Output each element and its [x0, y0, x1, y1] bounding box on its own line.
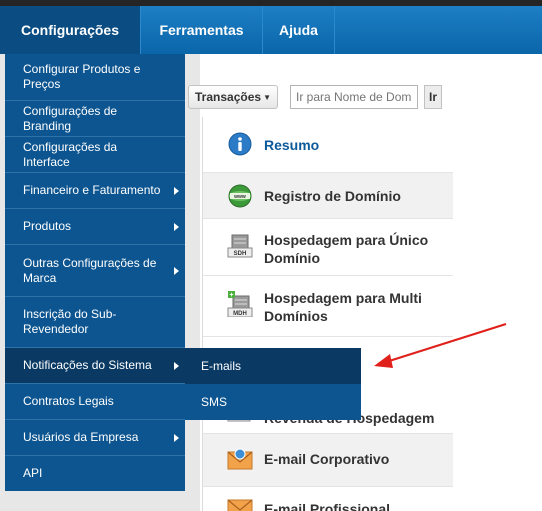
menu-item-legal-agreements[interactable]: Contratos Legais — [5, 384, 185, 420]
domain-search-input[interactable] — [290, 85, 418, 109]
menu-item-configure-products-pricing[interactable]: Configurar Produtos e Preços — [5, 54, 185, 101]
menu-item-interface-settings[interactable]: Configurações da Interface — [5, 137, 185, 173]
caret-down-icon: ▼ — [263, 92, 271, 102]
menu-item-label: Configurações da Interface — [23, 139, 118, 169]
chevron-right-icon — [174, 186, 179, 195]
system-notifications-submenu: E-mails SMS — [185, 348, 361, 420]
svg-text:MDH: MDH — [233, 311, 247, 317]
business-email-icon — [227, 448, 253, 470]
product-label: Hospedagem para Único Domínio — [264, 232, 429, 266]
products-panel: Resumo www Registro de Domínio SDH Hospe… — [202, 117, 453, 511]
professional-email-icon — [227, 499, 253, 511]
menu-item-label: Produtos — [23, 219, 72, 233]
product-label: Registro de Domínio — [264, 188, 401, 204]
product-label: E-mail Corporativo — [264, 451, 390, 467]
svg-text:+: + — [229, 292, 233, 299]
sdh-server-icon: SDH — [227, 234, 253, 258]
svg-text:www: www — [233, 194, 246, 200]
info-icon — [228, 132, 252, 156]
chevron-right-icon — [174, 361, 179, 370]
product-label: E-mail Profissional — [264, 501, 391, 511]
menu-item-products[interactable]: Produtos — [5, 209, 185, 245]
menu-item-system-notifications[interactable]: Notificações do Sistema — [5, 348, 185, 384]
chevron-right-icon — [174, 266, 179, 275]
top-navigation: Configurações Ferramentas Ajuda — [0, 6, 542, 54]
configuracoes-dropdown-menu: Configurar Produtos e Preços Configuraçõ… — [5, 54, 185, 491]
annotation-arrow-icon — [374, 322, 507, 368]
menu-item-label: Configurações de Branding — [23, 103, 118, 133]
go-button[interactable]: Ir — [424, 85, 442, 109]
menu-item-other-brand-settings[interactable]: Outras Configurações de Marca — [5, 245, 185, 297]
menu-item-branding-settings[interactable]: Configurações de Branding — [5, 101, 185, 137]
product-row-single-domain-hosting[interactable]: SDH Hospedagem para Único Domínio — [203, 219, 453, 276]
menu-item-sub-reseller-signup[interactable]: Inscrição do Sub-Revendedor — [5, 297, 185, 348]
menu-item-label: Configurar Produtos e Preços — [23, 62, 141, 91]
menu-item-label: Contratos Legais — [23, 394, 114, 408]
product-row-business-email[interactable]: E-mail Corporativo — [203, 434, 453, 487]
submenu-item-emails[interactable]: E-mails — [185, 348, 361, 384]
nav-configuracoes[interactable]: Configurações — [0, 6, 141, 54]
menu-item-label: Outras Configurações de Marca — [23, 255, 157, 285]
menu-item-label: Financeiro e Faturamento — [23, 183, 161, 197]
menu-item-finance-billing[interactable]: Financeiro e Faturamento — [5, 173, 185, 209]
chevron-right-icon — [174, 433, 179, 442]
menu-item-label: Inscrição do Sub-Revendedor — [23, 307, 117, 336]
nav-ajuda[interactable]: Ajuda — [263, 6, 335, 54]
transactions-dropdown[interactable]: Transações ▼ — [188, 85, 278, 109]
menu-item-label: Notificações do Sistema — [23, 358, 152, 372]
product-row-domain-registration[interactable]: www Registro de Domínio — [203, 173, 453, 219]
menu-item-api[interactable]: API — [5, 456, 185, 491]
nav-ferramentas[interactable]: Ferramentas — [141, 6, 263, 54]
menu-item-company-users[interactable]: Usuários da Empresa — [5, 420, 185, 456]
product-label: Resumo — [264, 137, 320, 153]
chevron-right-icon — [174, 222, 179, 231]
product-row-professional-email[interactable]: E-mail Profissional — [203, 487, 453, 511]
menu-item-label: Usuários da Empresa — [23, 430, 139, 444]
svg-text:SDH: SDH — [234, 251, 247, 257]
www-globe-icon: www — [228, 184, 252, 208]
submenu-item-sms[interactable]: SMS — [185, 384, 361, 420]
product-row-summary[interactable]: Resumo — [203, 117, 453, 173]
transactions-label: Transações — [195, 90, 262, 104]
mdh-server-icon: + MDH — [227, 291, 253, 317]
menu-item-label: API — [23, 466, 43, 480]
